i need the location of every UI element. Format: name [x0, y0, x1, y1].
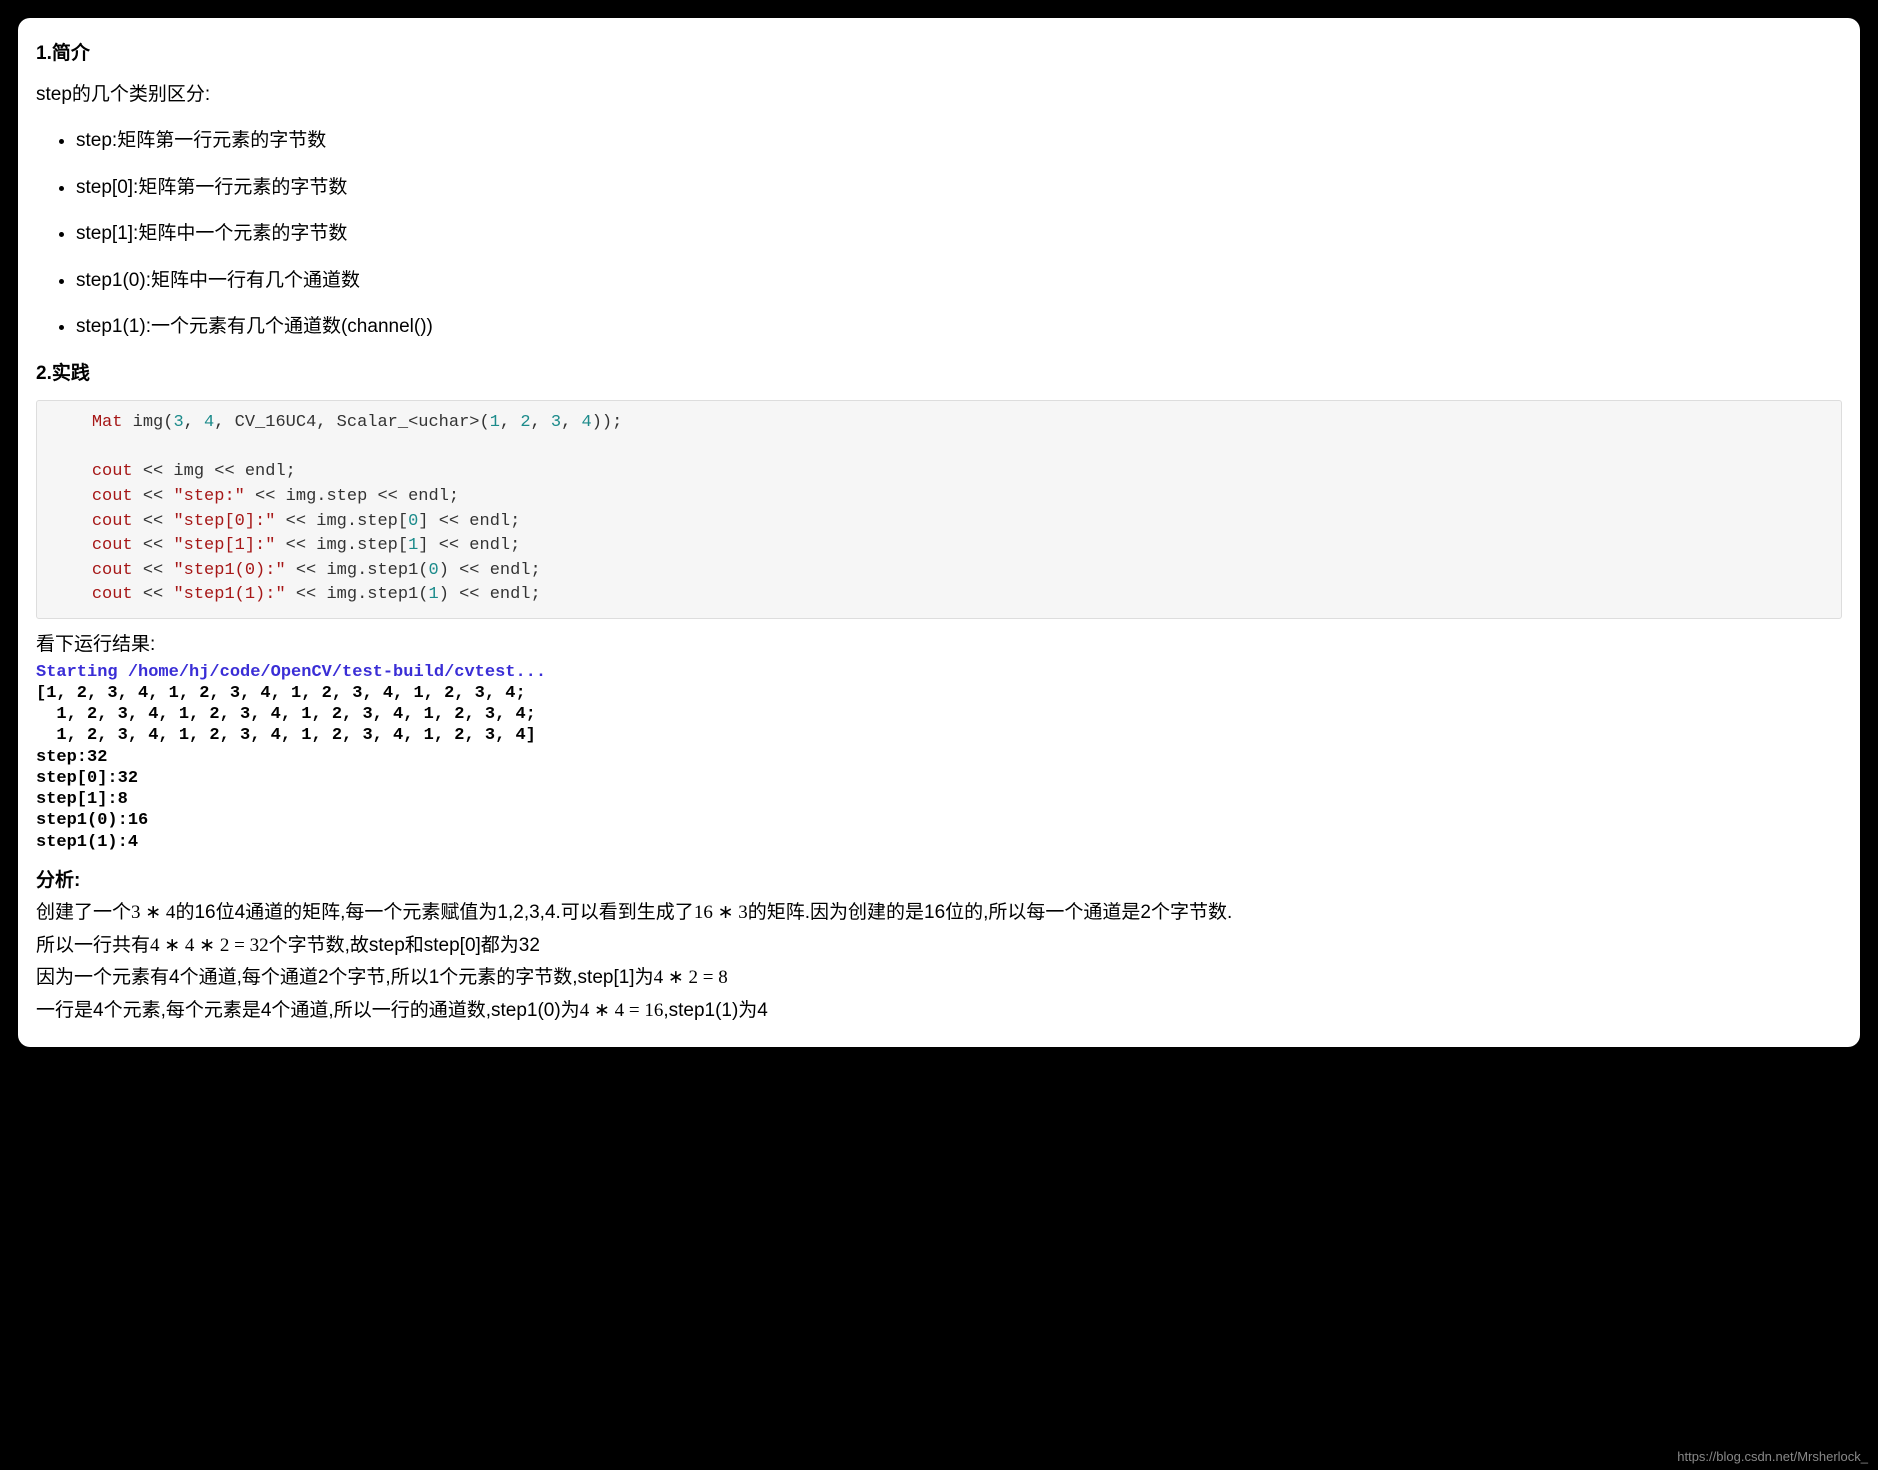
list-item: step[0]:矩阵第一行元素的字节数	[76, 174, 1842, 203]
analysis-line: 创建了一个3 ∗ 4的16位4通道的矩阵,每一个元素赋值为1,2,3,4.可以看…	[36, 899, 1842, 928]
list-item: step[1]:矩阵中一个元素的字节数	[76, 220, 1842, 249]
code-block: Mat img(3, 4, CV_16UC4, Scalar_<uchar>(1…	[36, 400, 1842, 619]
analysis-body: 创建了一个3 ∗ 4的16位4通道的矩阵,每一个元素赋值为1,2,3,4.可以看…	[36, 899, 1842, 1025]
list-item: step1(0):矩阵中一行有几个通道数	[76, 267, 1842, 296]
definitions-list: step:矩阵第一行元素的字节数 step[0]:矩阵第一行元素的字节数 ste…	[36, 127, 1842, 342]
analysis-line: 所以一行共有4 ∗ 4 ∗ 2 = 32个字节数,故step和step[0]都为…	[36, 932, 1842, 961]
analysis-title: 分析:	[36, 867, 1842, 896]
analysis-line: 因为一个元素有4个通道,每个通道2个字节,所以1个元素的字节数,step[1]为…	[36, 964, 1842, 993]
section1-intro: step的几个类别区分:	[36, 81, 1842, 110]
watermark: https://blog.csdn.net/Mrsherlock_	[1677, 1449, 1868, 1464]
section1-title: 1.简介	[36, 40, 1842, 69]
console-body: [1, 2, 3, 4, 1, 2, 3, 4, 1, 2, 3, 4, 1, …	[36, 684, 536, 852]
console-output: Starting /home/hj/code/OpenCV/test-build…	[36, 662, 1842, 853]
section2-title: 2.实践	[36, 360, 1842, 389]
document-page: 1.简介 step的几个类别区分: step:矩阵第一行元素的字节数 step[…	[18, 18, 1860, 1047]
console-start-line: Starting /home/hj/code/OpenCV/test-build…	[36, 663, 546, 682]
list-item: step:矩阵第一行元素的字节数	[76, 127, 1842, 156]
analysis-line: 一行是4个元素,每个元素是4个通道,所以一行的通道数,step1(0)为4 ∗ …	[36, 997, 1842, 1026]
list-item: step1(1):一个元素有几个通道数(channel())	[76, 313, 1842, 342]
results-label: 看下运行结果:	[36, 631, 1842, 660]
